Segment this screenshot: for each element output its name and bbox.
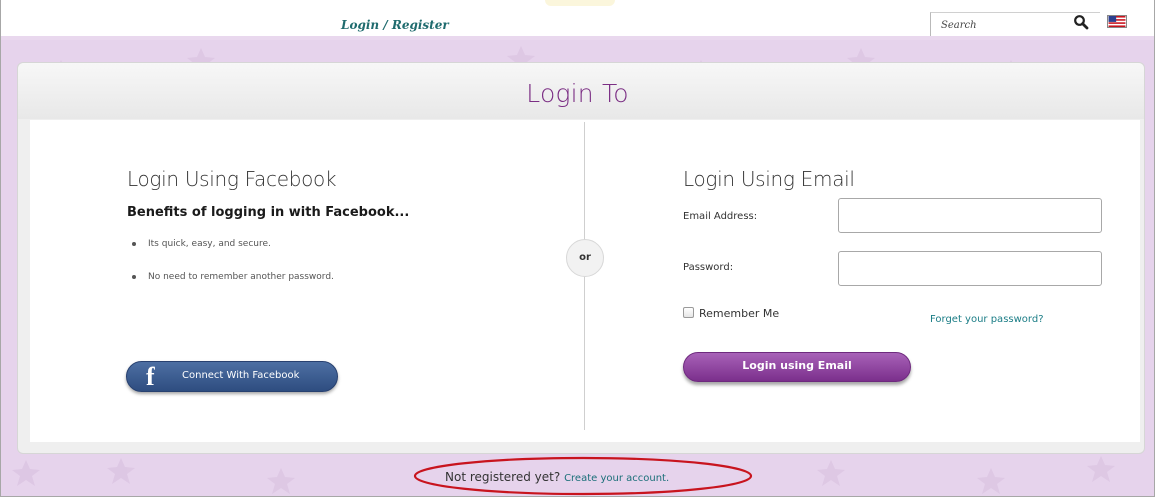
login-page: Login / Register Login To or Login Using… bbox=[0, 0, 1155, 497]
window-frame bbox=[0, 0, 1155, 497]
